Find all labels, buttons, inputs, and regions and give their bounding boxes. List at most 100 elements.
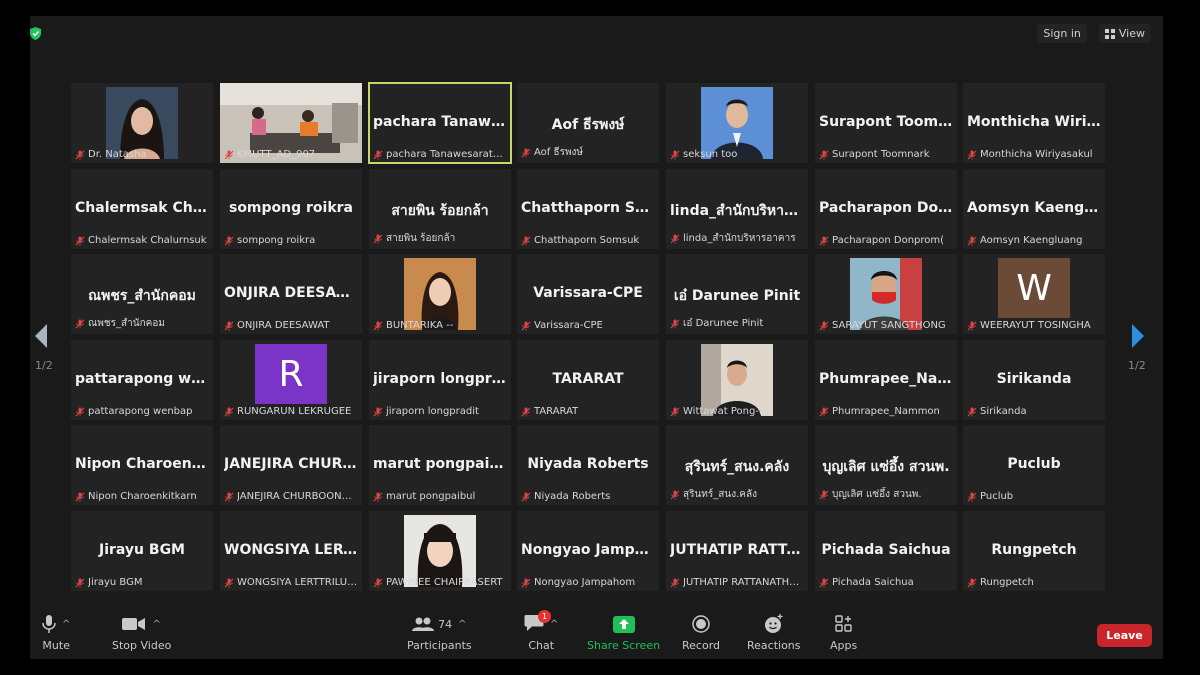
participant-name-text: Rungpetch xyxy=(980,577,1034,588)
participant-tile[interactable]: Chatthaporn Somsuk Chatthaporn Somsuk xyxy=(517,169,659,249)
security-shield-icon[interactable] xyxy=(30,27,41,40)
participant-name-label: ณพชร_สำนักคอม xyxy=(75,316,209,331)
participant-display-name: Sirikanda xyxy=(996,371,1072,387)
participant-tile[interactable]: KMUTT_AD_907 xyxy=(220,83,362,163)
participant-tile[interactable]: pachara Tanawesaratchai pachara Tanawesar… xyxy=(368,82,512,164)
participant-tile[interactable]: Jirayu BGM Jirayu BGM xyxy=(71,511,213,591)
participant-display-name: สุรินทร์_สนง.คลัง xyxy=(684,459,790,475)
participant-tile[interactable]: Monthicha Wiriyasakul Monthicha Wiriyasak… xyxy=(963,83,1105,163)
participant-tile[interactable]: PAWINEE CHAIPRASERT xyxy=(369,511,511,591)
participant-tile[interactable]: BUNTARIKA -- xyxy=(369,254,511,334)
participant-tile[interactable]: Sirikanda Sirikanda xyxy=(963,340,1105,420)
participant-tile[interactable]: marut pongpaibul marut pongpaibul xyxy=(369,425,511,505)
participant-tile[interactable]: เอ๋ Darunee Pinit เอ๋ Darunee Pinit xyxy=(666,254,808,334)
participant-name-label: Aomsyn Kaengluang xyxy=(967,235,1101,246)
participant-name-label: KMUTT_AD_907 xyxy=(224,149,358,160)
participant-tile[interactable]: JANEJIRA CHURBOONDEE JANEJIRA CHURBOONDEE xyxy=(220,425,362,505)
participant-name-text: BUNTARIKA -- xyxy=(386,320,454,331)
smiley-reaction-icon xyxy=(764,614,783,633)
participant-tile[interactable]: บุญเลิศ แซ่อึ้ง สวนพ. บุญเลิศ แซ่อึ้ง สวน… xyxy=(815,425,957,505)
participant-name-label: JANEJIRA CHURBOONDEE xyxy=(224,491,358,502)
muted-mic-icon xyxy=(819,578,829,587)
participant-name-text: ONJIRA DEESAWAT xyxy=(237,320,330,331)
record-icon xyxy=(692,615,710,633)
participant-tile[interactable]: Wittawat Pong-im xyxy=(666,340,808,420)
participant-display-name: เอ๋ Darunee Pinit xyxy=(673,288,801,304)
participant-name-text: Niyada Roberts xyxy=(534,491,611,502)
participant-name-label: sompong roikra xyxy=(224,235,358,246)
participant-name-text: Pichada Saichua xyxy=(832,577,914,588)
muted-mic-icon xyxy=(373,234,383,243)
muted-mic-icon xyxy=(373,150,383,159)
participant-tile[interactable]: ONJIRA DEESAWAT ONJIRA DEESAWAT xyxy=(220,254,362,334)
participant-name-text: SARAYUT SANGTHONG xyxy=(832,320,946,331)
share-screen-label: Share Screen xyxy=(587,639,661,652)
video-options-caret-icon[interactable]: ^ xyxy=(152,619,160,630)
participant-display-name: Rungpetch xyxy=(991,542,1077,558)
participant-display-name: บุญเลิศ แซ่อึ้ง สวนพ. xyxy=(822,459,950,475)
participant-tile[interactable]: TARARAT TARARAT xyxy=(517,340,659,420)
view-label: View xyxy=(1118,27,1145,40)
participant-tile[interactable]: WONGSIYA LERTTRILUCK WONGSIYA LERTTRILUCK xyxy=(220,511,362,591)
participant-name-label: Varissara-CPE xyxy=(521,320,655,331)
muted-mic-icon xyxy=(373,578,383,587)
muted-mic-icon xyxy=(521,492,531,501)
participant-tile[interactable]: JUTHATIP RATTANATHAM JUTHATIP RATTANATHAM xyxy=(666,511,808,591)
participant-tile[interactable]: Surapont Toomnark Surapont Toomnark xyxy=(815,83,957,163)
participant-tile[interactable]: Pichada Saichua Pichada Saichua xyxy=(815,511,957,591)
mute-options-caret-icon[interactable]: ^ xyxy=(62,619,70,630)
participant-tile[interactable]: W WEERAYUT TOSINGHA xyxy=(963,254,1105,334)
participant-name-label: seksun too xyxy=(670,149,804,160)
participant-name-text: Sirikanda xyxy=(980,406,1027,417)
participant-tile[interactable]: Rungpetch Rungpetch xyxy=(963,511,1105,591)
apps-label: Apps xyxy=(830,639,858,652)
participant-name-text: PAWINEE CHAIPRASERT xyxy=(386,577,503,588)
reactions-button[interactable]: Reactions xyxy=(747,612,801,652)
participant-name-label: TARARAT xyxy=(521,406,655,417)
stop-video-button[interactable]: ^ Stop Video xyxy=(112,612,171,652)
participant-tile[interactable]: Nipon Charoenkitkarn Nipon Charoenkitkarn xyxy=(71,425,213,505)
participants-options-caret-icon[interactable]: ^ xyxy=(458,619,466,630)
participant-tile[interactable]: Aof ธีรพงษ์ Aof ธีรพงษ์ xyxy=(517,83,659,163)
participants-button[interactable]: 74 ^ Participants xyxy=(407,612,472,652)
participant-name-label: Aof ธีรพงษ์ xyxy=(521,145,655,160)
participant-tile[interactable]: สุรินทร์_สนง.คลัง สุรินทร์_สนง.คลัง xyxy=(666,425,808,505)
sign-in-button[interactable]: Sign in xyxy=(1037,24,1087,43)
participant-tile[interactable]: Varissara-CPE Varissara-CPE xyxy=(517,254,659,334)
participant-tile[interactable]: ณพชร_สำนักคอม ณพชร_สำนักคอม xyxy=(71,254,213,334)
participant-tile[interactable]: Phumrapee_Nammon Phumrapee_Nammon xyxy=(815,340,957,420)
chat-button[interactable]: 1 ^ Chat xyxy=(524,609,558,652)
share-screen-arrow-icon xyxy=(612,615,635,633)
participant-tile[interactable]: Nongyao Jampahom Nongyao Jampahom xyxy=(517,511,659,591)
participant-tile[interactable]: linda_สำนักบริหารอาคาร linda_สำนักบริหารอ… xyxy=(666,169,808,249)
participant-tile[interactable]: SARAYUT SANGTHONG xyxy=(815,254,957,334)
participant-tile[interactable]: Dr. Natasha xyxy=(71,83,213,163)
next-page-arrow-icon[interactable] xyxy=(1130,323,1146,349)
participant-tile[interactable]: R RUNGARUN LEKRUGEE xyxy=(220,340,362,420)
participant-tile[interactable]: Aomsyn Kaengluang Aomsyn Kaengluang xyxy=(963,169,1105,249)
participant-display-name: Chalermsak Chalurnsuk xyxy=(75,200,209,216)
leave-meeting-button[interactable]: Leave xyxy=(1097,624,1152,647)
participant-name-label: Phumrapee_Nammon xyxy=(819,406,953,417)
mute-button[interactable]: ^ Mute xyxy=(42,612,70,652)
participant-tile[interactable]: sompong roikra sompong roikra xyxy=(220,169,362,249)
participant-tile[interactable]: jiraporn longpradit jiraporn longpradit xyxy=(369,340,511,420)
apps-button[interactable]: Apps xyxy=(830,612,857,652)
muted-mic-icon xyxy=(75,150,85,159)
muted-mic-icon xyxy=(75,492,85,501)
participant-tile[interactable]: pattarapong wenbap pattarapong wenbap xyxy=(71,340,213,420)
participant-tile[interactable]: สายพิน ร้อยกล้า สายพิน ร้อยกล้า xyxy=(369,169,511,249)
share-screen-button[interactable]: Share Screen xyxy=(587,612,660,652)
previous-page-arrow-icon[interactable] xyxy=(33,323,49,349)
chat-options-caret-icon[interactable]: ^ xyxy=(550,619,558,630)
participant-tile[interactable]: Chalermsak Chalurnsuk Chalermsak Chalurns… xyxy=(71,169,213,249)
participant-tile[interactable]: Puclub Puclub xyxy=(963,425,1105,505)
participant-name-label: Monthicha Wiriyasakul xyxy=(967,149,1101,160)
participant-tile[interactable]: Niyada Roberts Niyada Roberts xyxy=(517,425,659,505)
participant-tile[interactable]: seksun too xyxy=(666,83,808,163)
participant-tile[interactable]: Pacharapon Donprom Pacharapon Donprom( xyxy=(815,169,957,249)
record-button[interactable]: Record xyxy=(682,612,720,652)
participant-display-name: Puclub xyxy=(1007,456,1061,472)
muted-mic-icon xyxy=(521,321,531,330)
view-button[interactable]: View xyxy=(1098,24,1151,43)
